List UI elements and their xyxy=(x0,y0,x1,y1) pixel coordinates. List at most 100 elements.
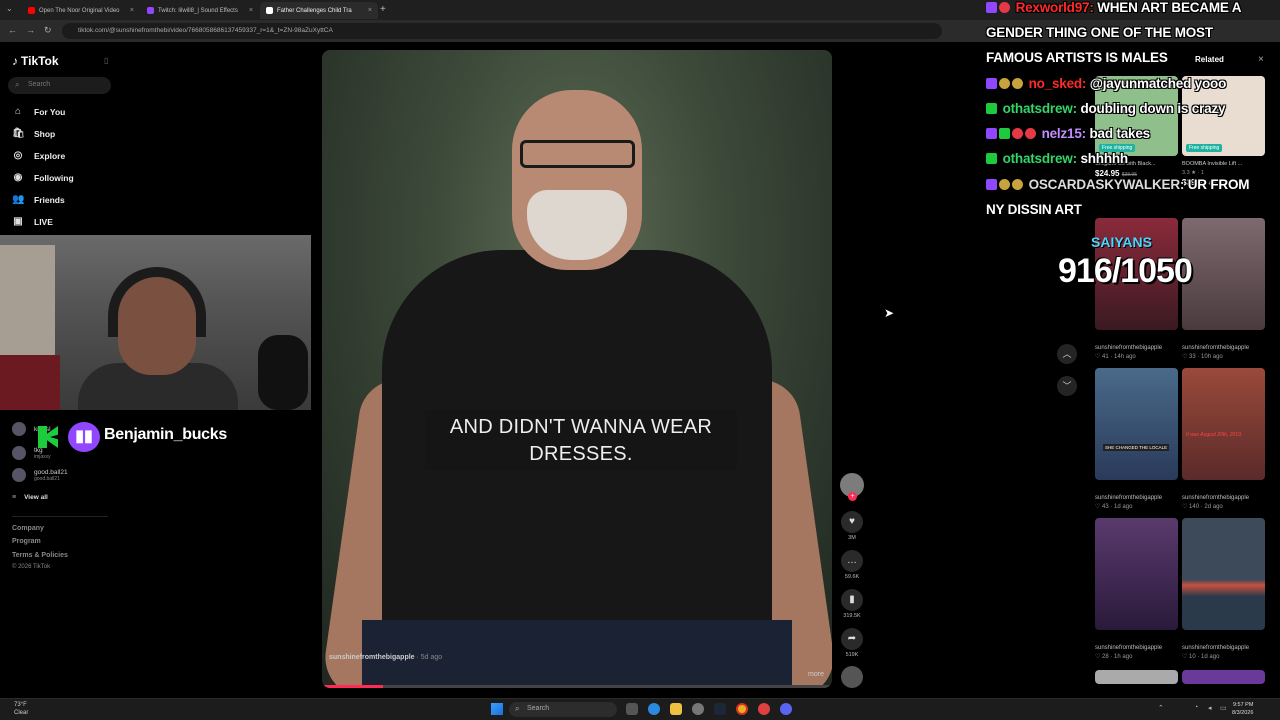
nav-live[interactable]: ▣ LIVE xyxy=(12,216,53,227)
footer-copyright: © 2026 TikTok xyxy=(12,564,51,570)
like-action[interactable]: ♥ 3M xyxy=(841,511,863,541)
footer-program[interactable]: Program xyxy=(12,538,41,545)
wifi-icon[interactable]: ◔ xyxy=(1194,704,1198,711)
browser-tab-2[interactable]: Twitch: lilwill8_| Sound Effects × xyxy=(141,2,259,19)
list-icon: ≡ xyxy=(12,494,17,501)
weather-widget[interactable]: 73°F Clear xyxy=(14,701,28,717)
youtube-badge-icon xyxy=(999,2,1010,13)
video-caption: AND DIDN'T WANNA WEAR DRESSES. xyxy=(425,410,737,470)
nav-label: Explore xyxy=(34,150,66,161)
related-video-thumb[interactable] xyxy=(1182,218,1265,330)
caption-line-1: AND DIDN'T WANNA WEAR xyxy=(449,416,713,438)
app-icon[interactable] xyxy=(758,703,770,715)
tab-close-icon[interactable]: × xyxy=(249,7,253,14)
weather-temp: 73°F xyxy=(14,702,27,708)
weather-desc: Clear xyxy=(14,710,29,716)
video-stats: ♡ 140 · 2d ago xyxy=(1182,504,1223,510)
nav-following[interactable]: ◉ Following xyxy=(12,172,74,183)
tray-chevron-icon[interactable]: ⌃ xyxy=(1158,704,1164,712)
url-field[interactable]: tiktok.com/@sunshinefromthebi/video/7668… xyxy=(62,23,942,39)
forward-icon[interactable]: → xyxy=(26,25,35,35)
nav-shop[interactable]: 🛍 Shop xyxy=(12,128,55,139)
chat-message-continued: NY DISSIN ART xyxy=(986,202,1082,217)
heart-icon: ♥ xyxy=(841,511,863,533)
related-video-meta: sunshinefromthebigapple ♡ 43 · 1d ago xyxy=(1095,494,1181,512)
settings-icon[interactable] xyxy=(692,703,704,715)
more-button[interactable]: more xyxy=(808,671,824,678)
search-input[interactable]: ⌕ Search xyxy=(8,77,111,94)
related-video-thumb[interactable] xyxy=(1095,518,1178,630)
share-action[interactable]: ➦ 519K xyxy=(841,628,863,658)
tab-close-icon[interactable]: × xyxy=(368,7,372,14)
explorer-icon[interactable] xyxy=(670,703,682,715)
tab-close-icon[interactable]: × xyxy=(130,7,134,14)
tiktok-logo[interactable]: ♪ TikTok xyxy=(12,54,59,68)
emote-badge-icon xyxy=(1025,128,1036,139)
previous-video-button[interactable]: ︿ xyxy=(1057,344,1077,364)
battery-icon[interactable]: ▭ xyxy=(1220,704,1227,712)
chat-username: nelz15: xyxy=(1041,126,1087,141)
thumb-caption: It was August 20th, 2019, xyxy=(1186,432,1243,438)
video-player[interactable]: AND DIDN'T WANNA WEAR DRESSES. sunshinef… xyxy=(322,50,832,688)
nav-label: Following xyxy=(34,172,74,183)
discord-icon[interactable] xyxy=(780,703,792,715)
following-account[interactable]: good.ball21 good.ball21 xyxy=(12,468,68,482)
youtube-favicon-icon xyxy=(28,7,35,14)
related-video-thumb[interactable]: It was August 20th, 2019, xyxy=(1182,368,1265,480)
related-video-thumb[interactable] xyxy=(1182,518,1265,630)
sub-badge-icon xyxy=(986,179,997,190)
account-handle: imjaxxy xyxy=(34,453,51,460)
taskbar-search[interactable]: ⌕ Search xyxy=(509,702,617,717)
tab-title: Twitch: lilwill8_| Sound Effects xyxy=(158,7,238,14)
chat-text: @jayunmatched yooo xyxy=(1089,76,1227,91)
windows-start-icon[interactable] xyxy=(491,703,503,715)
music-disc-icon[interactable] xyxy=(841,666,863,688)
chat-text: GENDER THING ONE OF THE MOST xyxy=(986,25,1213,40)
video-author: sunshinefromthebigapple xyxy=(1182,495,1250,501)
webcam-bed xyxy=(0,355,60,410)
back-icon[interactable]: ← xyxy=(8,25,17,35)
video-progress-bar[interactable] xyxy=(322,685,832,688)
view-all-link[interactable]: ≡ View all xyxy=(12,494,48,501)
twitch-favicon-icon xyxy=(147,7,154,14)
follow-plus-icon[interactable]: + xyxy=(848,492,857,501)
goal-label: SAIYANS xyxy=(1091,234,1152,250)
reload-icon[interactable]: ↻ xyxy=(44,25,52,36)
comment-action[interactable]: … 59.6K xyxy=(841,550,863,580)
tab-list-icon[interactable]: ⌄ xyxy=(6,4,13,13)
collapse-sidebar-icon[interactable]: ▯ xyxy=(104,56,108,65)
footer-company[interactable]: Company xyxy=(12,525,44,532)
new-tab-button[interactable]: + xyxy=(380,4,386,15)
nav-for-you[interactable]: ⌂ For You xyxy=(12,106,65,117)
author-time: · 5d ago xyxy=(416,654,443,661)
related-video-meta: sunshinefromthebigapple ♡ 10 · 1d ago xyxy=(1182,644,1268,662)
task-view-icon[interactable] xyxy=(626,703,638,715)
related-video-thumb[interactable] xyxy=(1182,670,1265,684)
stream-chat-overlay: Rexworld97: WHEN ART BECAME A GENDER THI… xyxy=(986,0,1280,225)
streamer-name: Benjamin_bucks xyxy=(104,426,227,443)
edge-icon[interactable] xyxy=(648,703,660,715)
chat-message: nelz15: bad takes xyxy=(986,126,1150,141)
footer-terms[interactable]: Terms & Policies xyxy=(12,552,68,559)
browser-tab-1[interactable]: Open The Noor Original Video × xyxy=(22,2,140,19)
video-stats: ♡ 33 · 10h ago xyxy=(1182,354,1223,360)
video-author[interactable]: sunshinefromthebigapple · 5d ago xyxy=(329,654,442,661)
related-video-thumb[interactable]: SHE CHANGED THE LOCALE xyxy=(1095,368,1178,480)
nav-explore[interactable]: ◎ Explore xyxy=(12,150,66,161)
video-author: sunshinefromthebigapple xyxy=(1182,345,1250,351)
related-video-thumb[interactable] xyxy=(1095,670,1178,684)
avatar xyxy=(12,422,26,436)
avatar xyxy=(12,468,26,482)
save-action[interactable]: ▮ 319.5K xyxy=(841,589,863,619)
video-author: sunshinefromthebigapple xyxy=(1095,345,1163,351)
chrome-icon[interactable] xyxy=(736,703,748,715)
browser-tab-3[interactable]: Father Challenges Child Tra × xyxy=(260,2,378,19)
following-account[interactable]: tkg imjaxxy xyxy=(12,446,51,460)
next-video-button[interactable]: ﹀ xyxy=(1057,376,1077,396)
taskbar-clock[interactable]: 9:57 PM 8/3/2026 xyxy=(1232,701,1253,717)
steam-icon[interactable] xyxy=(714,703,726,715)
volume-icon[interactable]: ◂ xyxy=(1208,704,1212,712)
thumb-caption: SHE CHANGED THE LOCALE xyxy=(1103,444,1170,451)
nav-friends[interactable]: 👥 Friends xyxy=(12,194,65,205)
clock-date: 8/3/2026 xyxy=(1232,710,1254,716)
